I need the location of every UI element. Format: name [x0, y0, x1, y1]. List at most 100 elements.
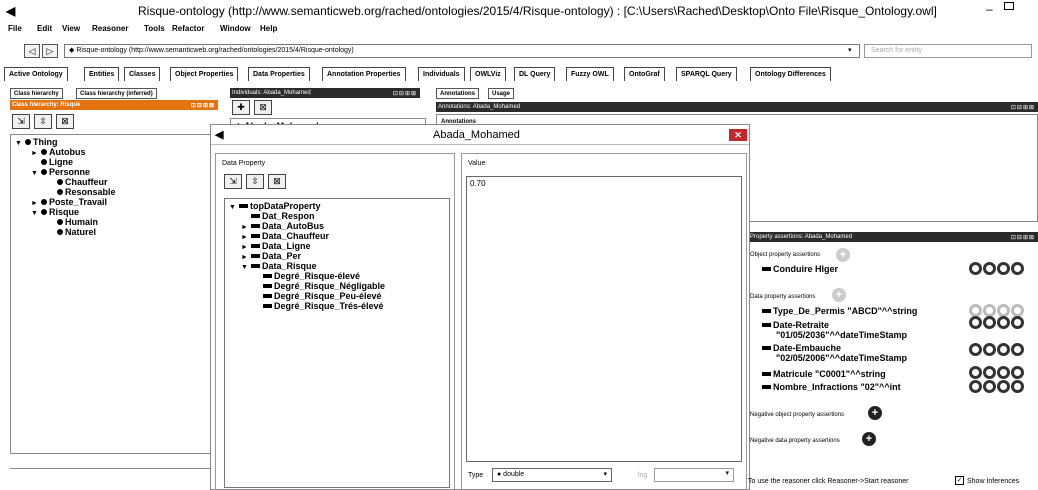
class-icon — [57, 219, 63, 225]
tree-node-degre-risque-negligable[interactable]: Degré_Risque_Négligable — [253, 281, 385, 291]
menu-refactor[interactable]: Refactor — [172, 24, 204, 33]
tab-active-ontology[interactable]: Active Ontology — [4, 67, 68, 81]
assertion-item[interactable]: Nombre_Infractions "02"^^int — [762, 382, 901, 392]
expand-arrow-icon[interactable]: ▼ — [15, 139, 25, 149]
data-property-icon — [251, 234, 260, 238]
delete-icon[interactable] — [997, 380, 1010, 393]
annotate-icon[interactable] — [969, 380, 982, 393]
explain-icon[interactable] — [983, 262, 996, 275]
tree-node-humain[interactable]: Humain — [47, 217, 98, 227]
annotate-icon[interactable] — [969, 262, 982, 275]
add-sub-property-icon[interactable]: ⇲ — [224, 174, 242, 189]
view-controls-icon[interactable]: ⊡⊟⊞⊠ — [191, 101, 215, 111]
delete-property-icon[interactable]: ⊠ — [268, 174, 286, 189]
forward-arrow-icon[interactable]: ▷ — [42, 44, 58, 58]
add-icon[interactable]: + — [836, 248, 850, 262]
tree-node-ligne[interactable]: Ligne — [31, 157, 73, 167]
explain-icon[interactable] — [983, 380, 996, 393]
menu-edit[interactable]: Edit — [37, 24, 52, 33]
view-controls-icon[interactable]: ⊡⊟⊞⊠ — [1011, 103, 1035, 113]
delete-icon[interactable] — [997, 316, 1010, 329]
assertion-item[interactable]: Matricule "C0001"^^string — [762, 369, 886, 379]
type-select[interactable]: ● double ▾ — [492, 468, 612, 482]
tab-usage[interactable]: Usage — [488, 88, 515, 99]
tab-fuzzy-owl[interactable]: Fuzzy OWL — [566, 67, 614, 81]
tab-data-properties[interactable]: Data Properties — [248, 67, 310, 81]
tree-node-naturel[interactable]: Naturel — [47, 227, 96, 237]
tree-node-chauffeur[interactable]: Chauffeur — [47, 177, 108, 187]
menu-file[interactable]: File — [8, 24, 22, 33]
tab-individuals[interactable]: Individuals — [418, 67, 465, 81]
edit-icon[interactable] — [1011, 262, 1024, 275]
menu-window[interactable]: Window — [220, 24, 251, 33]
add-icon[interactable]: + — [862, 432, 876, 446]
tree-node-label: Risque — [49, 207, 80, 217]
menu-tools[interactable]: Tools — [144, 24, 165, 33]
tab-annotation-properties[interactable]: Annotation Properties — [322, 67, 406, 81]
add-subclass-icon[interactable]: ⇲ — [12, 114, 30, 129]
explain-icon[interactable] — [983, 343, 996, 356]
tab-sparql-query[interactable]: SPARQL Query — [676, 67, 737, 81]
explain-icon[interactable] — [983, 366, 996, 379]
back-arrow-icon[interactable]: ◁ — [24, 44, 40, 58]
class-icon — [41, 199, 47, 205]
tree-node-resonsable[interactable]: Resonsable — [47, 187, 116, 197]
tab-class-hierarchy-inferred[interactable]: Class hierarchy (inferred) — [76, 88, 157, 99]
menu-reasoner[interactable]: Reasoner — [92, 24, 128, 33]
tab-dl-query[interactable]: DL Query — [514, 67, 556, 81]
add-icon[interactable]: + — [868, 406, 882, 420]
tree-node-dat-respon[interactable]: Dat_Respon — [241, 211, 315, 221]
add-sibling-class-icon[interactable]: ⇳ — [34, 114, 52, 129]
data-property-label: Data Property — [222, 160, 266, 167]
tab-annotations[interactable]: Annotations — [436, 88, 479, 99]
expand-arrow-icon[interactable]: ▼ — [229, 203, 239, 213]
tab-class-hierarchy[interactable]: Class hierarchy — [10, 88, 63, 99]
chevron-down-icon[interactable]: ▾ — [848, 44, 860, 58]
annotate-icon[interactable] — [969, 343, 982, 356]
delete-class-icon[interactable]: ⊠ — [56, 114, 74, 129]
maximize-button[interactable] — [1004, 2, 1014, 10]
expand-arrow-icon[interactable]: ▼ — [31, 169, 41, 179]
delete-icon[interactable] — [997, 262, 1010, 275]
edit-icon[interactable] — [1011, 343, 1024, 356]
entity-search-input[interactable]: Search for entity — [864, 44, 1032, 58]
expand-arrow-icon[interactable]: ▼ — [31, 209, 41, 219]
tree-node-degre-risque-peu-eleve[interactable]: Degré_Risque_Peu-élevé — [253, 291, 382, 301]
tab-entities[interactable]: Entities — [84, 67, 120, 81]
add-individual-icon[interactable]: ✚ — [232, 100, 250, 115]
view-controls-icon[interactable]: ⊡⊟⊞⊠ — [393, 89, 417, 99]
show-inferences-checkbox[interactable]: ✓ — [955, 476, 964, 485]
assertion-item[interactable]: Date-Retraite — [762, 320, 829, 330]
annotate-icon[interactable] — [969, 316, 982, 329]
expand-arrow-icon[interactable]: ▼ — [241, 263, 251, 273]
tab-object-properties[interactable]: Object Properties — [170, 67, 239, 81]
delete-icon[interactable] — [997, 343, 1010, 356]
add-sibling-property-icon[interactable]: ⇳ — [246, 174, 264, 189]
view-controls-icon[interactable]: ⊡⊟⊞⊠ — [1011, 233, 1035, 243]
tab-ontology-differences[interactable]: Ontology Differences — [750, 67, 831, 81]
delete-individual-icon[interactable]: ⊠ — [254, 100, 272, 115]
value-textarea[interactable]: 0.70 — [466, 176, 742, 462]
delete-icon[interactable] — [997, 366, 1010, 379]
explain-icon[interactable] — [983, 316, 996, 329]
menu-view[interactable]: View — [62, 24, 80, 33]
ontology-selector[interactable]: ◆ Risque-ontology (http://www.semanticwe… — [64, 44, 860, 58]
close-button[interactable]: ✕ — [729, 129, 747, 141]
menu-help[interactable]: Help — [260, 24, 277, 33]
class-icon — [41, 159, 47, 165]
minimize-button[interactable]: – — [986, 2, 993, 16]
assertion-item[interactable]: Type_De_Permis "ABCD"^^string — [762, 306, 917, 316]
assertion-item[interactable]: Conduire Hlger — [762, 264, 838, 274]
annotate-icon[interactable] — [969, 366, 982, 379]
language-select[interactable]: ▾ — [654, 468, 734, 482]
tab-classes[interactable]: Classes — [124, 67, 161, 81]
add-icon[interactable]: + — [832, 288, 846, 302]
tree-node-degre-risque-tres-eleve[interactable]: Degré_Risque_Trés-élevé — [253, 301, 384, 311]
tab-ontograf[interactable]: OntoGraf — [624, 67, 665, 81]
tree-node-degre-risque-eleve[interactable]: Degré_Risque-élevé — [253, 271, 360, 281]
edit-icon[interactable] — [1011, 380, 1024, 393]
tab-owlviz[interactable]: OWLViz — [470, 67, 506, 81]
edit-icon[interactable] — [1011, 366, 1024, 379]
assertion-item[interactable]: Date-Embauche — [762, 343, 841, 353]
edit-icon[interactable] — [1011, 316, 1024, 329]
